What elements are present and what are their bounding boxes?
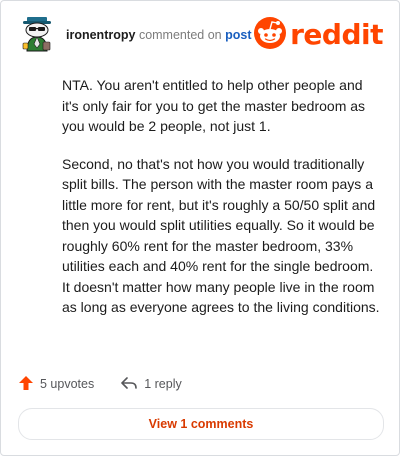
upvote-count: 5 upvotes — [40, 377, 95, 391]
author-link[interactable]: ironentropy — [66, 28, 135, 42]
comment-paragraph: NTA. You aren't entitled to help other p… — [62, 77, 366, 134]
comment-header: ironentropy commented on post reddit — [18, 15, 383, 55]
reply-count: 1 reply — [144, 377, 182, 391]
action-text: commented on — [138, 28, 222, 42]
upvote-arrow-icon[interactable] — [18, 375, 34, 394]
view-comments-button[interactable]: View 1 comments — [18, 408, 384, 440]
comment-body: NTA. You aren't entitled to help other p… — [62, 75, 380, 335]
reddit-snoo-icon — [254, 16, 287, 54]
snoo-avatar-icon[interactable] — [18, 15, 56, 53]
comment-meta: ironentropy commented on post — [66, 28, 252, 42]
reddit-wordmark: reddit — [290, 18, 383, 51]
reply-button[interactable]: 1 reply — [120, 376, 182, 393]
upvote-button[interactable]: 5 upvotes — [18, 375, 94, 394]
reddit-logo: reddit — [254, 16, 383, 54]
reply-arrow-icon[interactable] — [120, 376, 138, 393]
comment-paragraph: Second, no that's not how you would trad… — [62, 155, 380, 316]
comment-card: ironentropy commented on post reddit NTA… — [0, 0, 400, 456]
post-link[interactable]: post — [225, 28, 251, 42]
comment-actions: 5 upvotes 1 reply — [18, 373, 182, 395]
